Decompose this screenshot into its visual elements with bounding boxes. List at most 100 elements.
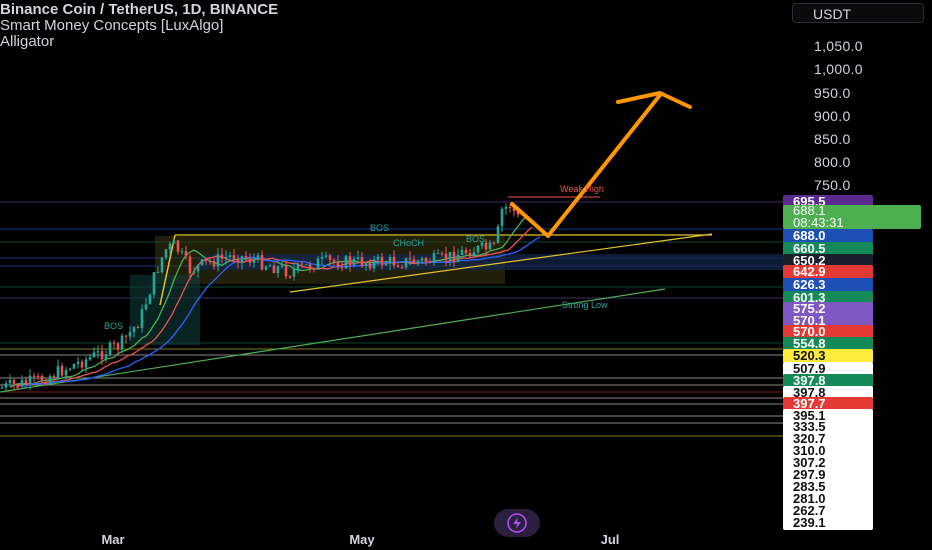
candle-body	[228, 255, 232, 257]
x-label-mar: Mar	[101, 532, 125, 547]
y-tick: 900.0	[814, 108, 851, 124]
x-label-may: May	[349, 532, 375, 547]
price-chart[interactable]	[0, 0, 790, 527]
candle-body	[112, 342, 116, 344]
candle-body	[384, 263, 388, 266]
candle-body	[56, 366, 60, 378]
candle-body	[456, 254, 460, 263]
bos-left-label: BOS	[104, 321, 124, 331]
candle-body	[276, 266, 280, 274]
lightning-button[interactable]	[494, 509, 540, 537]
candle-body	[40, 376, 44, 382]
candle-body	[208, 260, 212, 262]
projection-arrow[interactable]	[510, 91, 692, 238]
candle-body	[32, 375, 36, 377]
candle-body	[360, 257, 364, 267]
candle-body	[256, 255, 260, 260]
price-level-label: 239.1	[783, 516, 873, 530]
candle-body	[380, 256, 384, 266]
candle-body	[172, 240, 176, 244]
smc-zones	[130, 236, 790, 345]
candle-body	[168, 243, 172, 250]
candle-body	[64, 369, 68, 376]
current-price-label: 688.1 08:43:31	[783, 204, 921, 229]
candle-body	[76, 361, 80, 365]
indicator-smc[interactable]: Smart Money Concepts [LuxAlgo]	[0, 18, 278, 34]
candle-body	[464, 250, 468, 254]
candle-body	[184, 251, 188, 257]
candle-body	[72, 364, 76, 369]
candle-body	[212, 261, 216, 267]
candle-body	[392, 256, 396, 266]
candle-body	[48, 376, 52, 385]
candle-body	[20, 379, 24, 387]
candle-body	[104, 354, 108, 360]
candle-body	[312, 268, 316, 270]
candle-body	[468, 253, 472, 257]
candle-body	[128, 331, 132, 337]
candle-body	[68, 368, 72, 370]
candle-body	[220, 254, 224, 259]
candle-body	[504, 206, 508, 209]
candle-body	[24, 379, 28, 384]
legend: Binance Coin / TetherUS, 1D, BINANCE Sma…	[0, 2, 278, 50]
candle-body	[440, 253, 444, 255]
candle-body	[288, 276, 292, 278]
candle-body	[244, 256, 248, 259]
candle-body	[484, 242, 488, 250]
candle-body	[300, 263, 304, 265]
candle-body	[304, 264, 308, 266]
candle-body	[44, 381, 48, 385]
y-tick: 1,000.0	[814, 61, 863, 77]
candle-body	[368, 263, 372, 269]
order-block-zone	[130, 275, 200, 345]
candle-body	[324, 255, 328, 257]
candle-body	[92, 352, 96, 358]
candle-body	[144, 304, 148, 310]
candle-body	[180, 251, 184, 253]
candle-body	[320, 256, 324, 259]
candle-body	[248, 258, 252, 263]
candle-body	[292, 269, 296, 277]
candle-body	[280, 265, 284, 267]
bos-mid-label: BOS	[466, 234, 486, 244]
candle-body	[152, 272, 156, 295]
currency-selector[interactable]: USDT	[792, 3, 924, 23]
candle-body	[404, 258, 408, 268]
candle-body	[492, 242, 496, 244]
candle-body	[388, 256, 392, 264]
candle-body	[364, 263, 368, 267]
candle-body	[328, 255, 332, 260]
candle-body	[356, 257, 360, 259]
symbol-title[interactable]: Binance Coin / TetherUS, 1D, BINANCE	[0, 2, 278, 18]
candle-body	[236, 259, 240, 263]
candle-body	[260, 255, 264, 270]
candle-body	[372, 259, 376, 269]
candle-body	[132, 327, 136, 332]
candle-body	[268, 265, 272, 267]
trendlines	[0, 196, 713, 393]
candle-body	[296, 263, 300, 270]
candle-body	[432, 253, 436, 263]
candle-body	[412, 259, 416, 263]
candle-body	[500, 208, 504, 227]
candle-body	[424, 258, 428, 262]
indicator-alligator[interactable]: Alligator	[0, 34, 278, 50]
candle-body	[420, 258, 424, 261]
candle-body	[84, 359, 88, 368]
candle-body	[448, 252, 452, 261]
candle-body	[476, 245, 480, 253]
candle-body	[116, 343, 120, 350]
candle-body	[200, 259, 204, 265]
candle-body	[252, 259, 256, 263]
candle-body	[344, 256, 348, 269]
time-axis[interactable]: Mar May Jul	[0, 527, 790, 550]
choch-label: CHoCH	[393, 238, 425, 248]
candle-body	[8, 380, 12, 384]
candle-body	[416, 260, 420, 263]
candle-body	[4, 383, 8, 388]
candle-body	[188, 256, 192, 274]
candle-body	[472, 252, 476, 257]
candle-body	[108, 342, 112, 355]
candle-body	[348, 256, 352, 266]
